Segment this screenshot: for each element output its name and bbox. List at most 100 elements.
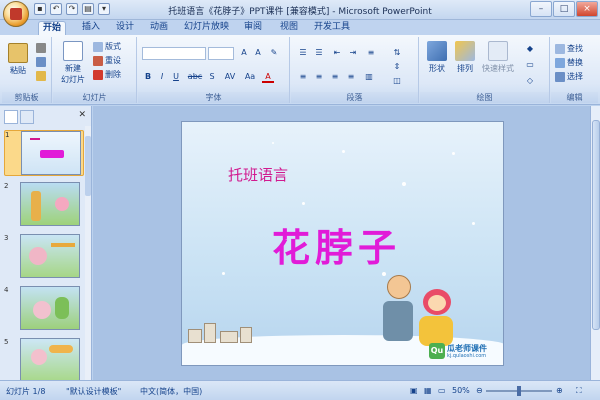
window-controls: – □ × — [530, 1, 598, 17]
delete-icon — [93, 69, 103, 80]
tab-home[interactable]: 开始 — [38, 21, 67, 35]
slide-canvas[interactable]: 托班语言 花脖子 Qu 瓜老师课件 kj.qulaoshi.com — [181, 121, 504, 366]
slideshow-icon[interactable]: ▭ — [438, 386, 446, 395]
char-spacing-button[interactable]: AV — [222, 71, 238, 83]
underline-button[interactable]: U — [170, 71, 182, 83]
quick-styles-button[interactable]: 快速样式 — [480, 41, 516, 74]
theme-name: "默认设计模板" — [66, 387, 122, 396]
shadow-button[interactable]: S — [206, 71, 218, 83]
fit-to-window-icon[interactable]: ⛶ — [576, 386, 582, 396]
tab-insert[interactable]: 插入 — [78, 21, 104, 35]
binoculars-icon — [555, 43, 565, 54]
office-button[interactable] — [3, 1, 29, 27]
replace-button[interactable]: 替换 — [555, 57, 583, 68]
paste-icon — [8, 43, 28, 63]
reset-button[interactable]: 重设 — [93, 55, 121, 66]
window-title: 托班语言《花脖子》PPT课件 [兼容模式] - Microsoft PowerP… — [168, 7, 432, 17]
shape-outline-icon[interactable]: ▭ — [524, 59, 536, 71]
minimize-button[interactable]: – — [530, 1, 552, 17]
thumbnail-image — [21, 131, 81, 175]
slide-subtitle[interactable]: 托班语言 — [228, 164, 288, 185]
arrange-button[interactable]: 排列 — [452, 41, 478, 74]
thumbnail-2[interactable]: 2 — [4, 182, 84, 228]
thumbnail-3[interactable]: 3 — [4, 234, 84, 280]
font-color-button[interactable]: A — [262, 71, 274, 83]
font-name-combo[interactable] — [142, 47, 206, 60]
tab-view[interactable]: 视图 — [276, 21, 302, 35]
delete-slide-button[interactable]: 删除 — [93, 69, 121, 80]
normal-view-icon[interactable]: ▣ — [410, 386, 418, 395]
outline-tab[interactable] — [20, 110, 34, 124]
houses-illustration — [186, 319, 256, 343]
smartart-icon[interactable]: ◫ — [391, 75, 403, 87]
group-editing: 查找 替换 选择 编辑 — [551, 37, 598, 103]
thumbnail-image — [20, 182, 80, 226]
zoom-slider[interactable] — [486, 386, 552, 396]
qu-logo-icon: Qu — [429, 343, 445, 359]
slide-title[interactable]: 花脖子 — [272, 217, 401, 272]
thumbnail-1[interactable]: 1 — [4, 130, 84, 176]
shape-effects-icon[interactable]: ◇ — [524, 75, 536, 87]
align-center-icon[interactable]: ≡ — [313, 71, 325, 83]
change-case-button[interactable]: Aa — [242, 71, 258, 83]
grow-font-icon[interactable]: A — [238, 47, 250, 59]
numbering-icon[interactable]: ☰ — [313, 47, 325, 59]
paste-button[interactable]: 粘贴 — [6, 43, 30, 76]
maximize-button[interactable]: □ — [553, 1, 575, 17]
cut-icon — [36, 43, 46, 53]
layout-button[interactable]: 版式 — [93, 41, 121, 52]
shape-fill-icon[interactable]: ◆ — [524, 43, 536, 55]
new-slide-button[interactable]: 新建 幻灯片 — [57, 41, 89, 85]
tab-review[interactable]: 审阅 — [240, 21, 266, 35]
select-icon — [555, 71, 565, 82]
panel-close-icon[interactable]: ✕ — [78, 110, 86, 120]
workspace-scrollbar[interactable] — [590, 106, 600, 380]
select-button[interactable]: 选择 — [555, 71, 583, 82]
zoom-slider-thumb[interactable] — [517, 386, 521, 396]
shrink-font-icon[interactable]: A — [252, 47, 264, 59]
align-text-icon[interactable]: ⇕ — [391, 61, 403, 73]
align-right-icon[interactable]: ≡ — [329, 71, 341, 83]
panel-scrollbar[interactable] — [85, 126, 91, 380]
tab-slideshow[interactable]: 幻灯片放映 — [180, 21, 233, 35]
tab-developer[interactable]: 开发工具 — [310, 21, 354, 35]
clear-format-icon[interactable]: ✎ — [268, 47, 280, 59]
line-spacing-icon[interactable]: ≡ — [365, 47, 377, 59]
increase-indent-icon[interactable]: ⇥ — [347, 47, 359, 59]
panel-tabs: ✕ — [4, 110, 88, 124]
cut-button[interactable] — [36, 43, 46, 53]
thumbnail-image — [20, 286, 80, 330]
text-direction-icon[interactable]: ⇅ — [391, 47, 403, 59]
shapes-button[interactable]: 形状 — [424, 41, 450, 74]
slides-tab[interactable] — [4, 110, 18, 124]
zoom-level[interactable]: 50% — [452, 386, 470, 395]
language-status[interactable]: 中文(简体，中国) — [140, 386, 202, 397]
paragraph-group-label: 段落 — [291, 92, 418, 103]
format-painter-button[interactable] — [36, 71, 46, 81]
bullets-icon[interactable]: ☰ — [297, 47, 309, 59]
justify-icon[interactable]: ≡ — [345, 71, 357, 83]
strikethrough-button[interactable]: abc — [186, 71, 204, 83]
decrease-indent-icon[interactable]: ⇤ — [331, 47, 343, 59]
slide-sorter-icon[interactable]: ▦ — [424, 386, 432, 395]
zoom-out-icon[interactable]: ⊖ — [476, 386, 483, 395]
bold-button[interactable]: B — [142, 71, 154, 83]
font-size-combo[interactable] — [208, 47, 234, 60]
zoom-in-icon[interactable]: ⊕ — [556, 386, 563, 395]
title-bar: ▪ ↶ ↷ ▤ ▾ 托班语言《花脖子》PPT课件 [兼容模式] - Micros… — [0, 0, 600, 27]
close-button[interactable]: × — [576, 1, 598, 17]
workspace-scroll-thumb[interactable] — [592, 120, 600, 330]
columns-icon[interactable]: ▥ — [363, 71, 375, 83]
thumbnail-4[interactable]: 4 — [4, 286, 84, 332]
ribbon-tabs: 开始 插入 设计 动画 幻灯片放映 审阅 视图 开发工具 — [0, 20, 600, 35]
align-left-icon[interactable]: ≡ — [297, 71, 309, 83]
thumbnail-5[interactable]: 5 — [4, 338, 84, 380]
italic-button[interactable]: I — [156, 71, 168, 83]
drawing-group-label: 绘图 — [420, 92, 549, 103]
panel-scroll-thumb[interactable] — [85, 136, 91, 196]
tab-design[interactable]: 设计 — [112, 21, 138, 35]
tab-animation[interactable]: 动画 — [146, 21, 172, 35]
find-button[interactable]: 查找 — [555, 43, 583, 54]
copy-button[interactable] — [36, 57, 46, 67]
slide-indicator: 幻灯片 1/8 — [6, 387, 46, 396]
